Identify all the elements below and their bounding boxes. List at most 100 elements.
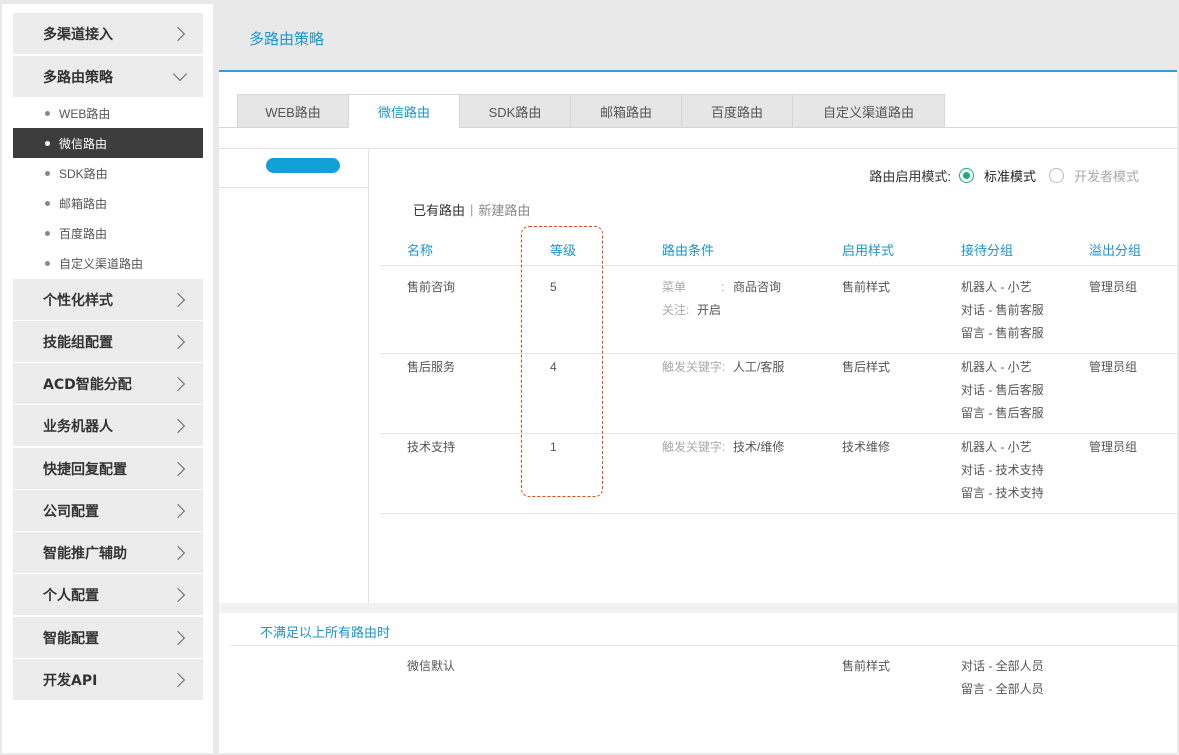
column-header-overflow: 溢出分组 xyxy=(1089,243,1142,258)
fallback-style: 售前样式 xyxy=(842,659,891,673)
group-line: 机器人 - 小艺 xyxy=(961,280,1032,294)
reception-group: 机器人 - 小艺 对话 - 售后客服 留言 - 售后客服 xyxy=(961,356,1044,425)
group-line: 留言 - 售前客服 xyxy=(961,326,1044,340)
column-header-name: 名称 xyxy=(407,243,434,258)
group-line: 机器人 - 小艺 xyxy=(961,440,1032,454)
nav-group-label: 智能推广辅助 xyxy=(43,545,127,562)
group-line: 留言 - 技术支持 xyxy=(961,486,1044,500)
fallback-group: 对话 - 全部人员 留言 - 全部人员 xyxy=(961,655,1044,701)
nav-item-custom-route[interactable]: 自定义渠道路由 xyxy=(13,248,203,278)
tab-bar: WEB路由 微信路由 SDK路由 邮箱路由 百度路由 自定义渠道路由 xyxy=(237,94,945,128)
standard-mode-radio[interactable] xyxy=(958,168,974,183)
tab-sdk-route[interactable]: SDK路由 xyxy=(459,94,570,128)
nav-group-label: 多渠道接入 xyxy=(43,26,113,43)
link-separator: | xyxy=(470,202,474,217)
route-name: 售前咨询 xyxy=(407,280,456,294)
bullet-icon xyxy=(45,140,50,146)
nav-group-acd[interactable]: ACD智能分配 xyxy=(13,363,203,404)
developer-mode-label[interactable]: 开发者模式 xyxy=(1074,166,1139,185)
nav-item-label: 邮箱路由 xyxy=(59,196,108,211)
route-list-pane xyxy=(219,148,369,603)
chevron-right-icon xyxy=(170,672,186,687)
chevron-right-icon xyxy=(170,461,186,476)
nav-group-custom-style[interactable]: 个性化样式 xyxy=(13,279,203,320)
fallback-section-title: 不满足以上所有路由时 xyxy=(260,625,391,640)
bullet-icon xyxy=(45,260,50,266)
route-style: 售后样式 xyxy=(842,360,891,374)
nav-group-routing-strategy[interactable]: 多路由策略 xyxy=(13,56,203,97)
nav-group-label: 多路由策略 xyxy=(43,69,113,86)
nav-group-label: 快捷回复配置 xyxy=(43,461,127,478)
tab-custom-route[interactable]: 自定义渠道路由 xyxy=(792,94,945,128)
nav-item-label: 微信路由 xyxy=(59,136,108,151)
chevron-right-icon xyxy=(170,292,186,307)
group-line: 对话 - 售后客服 xyxy=(961,383,1044,397)
nav-group-label: 公司配置 xyxy=(43,503,99,520)
nav-group-dev-api[interactable]: 开发API xyxy=(13,659,203,700)
chevron-right-icon xyxy=(170,418,186,433)
group-line: 对话 - 售前客服 xyxy=(961,303,1044,317)
overflow-group: 管理员组 xyxy=(1089,440,1138,454)
nav-item-label: SDK路由 xyxy=(59,166,108,181)
developer-mode-radio[interactable] xyxy=(1048,168,1064,183)
sidebar: 多渠道接入 多路由策略 WEB路由 微信路由 SDK路由 邮箱路由 百度路由 自… xyxy=(2,4,213,753)
nav-item-email-route[interactable]: 邮箱路由 xyxy=(13,188,203,218)
column-header-condition: 路由条件 xyxy=(662,243,715,258)
nav-group-quick-reply[interactable]: 快捷回复配置 xyxy=(13,448,203,489)
nav-item-wechat-route[interactable]: 微信路由 xyxy=(13,128,203,158)
routing-mode-label: 路由启用模式: xyxy=(869,169,951,184)
nav-item-label: 百度路由 xyxy=(59,226,108,241)
level-column-highlight xyxy=(521,226,603,497)
nav-group-personal[interactable]: 个人配置 xyxy=(13,574,203,615)
route-list-divider xyxy=(219,187,369,188)
group-line: 机器人 - 小艺 xyxy=(961,360,1032,374)
route-style: 售前样式 xyxy=(842,280,891,294)
column-header-group: 接待分组 xyxy=(961,243,1014,258)
condition-key: 触发关键字: xyxy=(662,440,726,454)
main-panel: 多路由策略 WEB路由 微信路由 SDK路由 邮箱路由 百度路由 自定义渠道路由… xyxy=(219,4,1177,753)
chevron-right-icon xyxy=(170,545,186,560)
nav-group-company[interactable]: 公司配置 xyxy=(13,490,203,531)
row-divider xyxy=(380,353,1177,354)
nav-group-skill-group[interactable]: 技能组配置 xyxy=(13,321,203,362)
bullet-icon xyxy=(45,200,50,206)
nav-item-sdk-route[interactable]: SDK路由 xyxy=(13,158,203,188)
tab-email-route[interactable]: 邮箱路由 xyxy=(570,94,681,128)
condition-separator: : xyxy=(721,280,725,294)
group-line: 留言 - 售后客服 xyxy=(961,406,1044,420)
nav-group-promotion[interactable]: 智能推广辅助 xyxy=(13,532,203,573)
group-line: 对话 - 全部人员 xyxy=(961,659,1044,673)
new-route-link[interactable]: 新建路由 xyxy=(478,200,530,219)
page-header: 多路由策略 xyxy=(219,4,1177,72)
nav-group-smart-config[interactable]: 智能配置 xyxy=(13,617,203,658)
nav-group-label: ACD智能分配 xyxy=(43,376,132,393)
tab-baidu-route[interactable]: 百度路由 xyxy=(681,94,792,128)
routing-mode-selector: 路由启用模式: 标准模式 开发者模式 xyxy=(869,166,1139,185)
existing-routes-link[interactable]: 已有路由 xyxy=(413,200,465,219)
nav-group-label: 业务机器人 xyxy=(43,418,113,435)
route-name: 售后服务 xyxy=(407,360,456,374)
chevron-right-icon xyxy=(170,503,186,518)
nav-group-label: 开发API xyxy=(43,672,98,689)
standard-mode-label[interactable]: 标准模式 xyxy=(984,166,1036,185)
overflow-group: 管理员组 xyxy=(1089,280,1138,294)
tab-web-route[interactable]: WEB路由 xyxy=(237,94,348,128)
route-name: 技术支持 xyxy=(407,440,456,454)
nav-group-multichannel[interactable]: 多渠道接入 xyxy=(13,13,203,54)
nav-item-web-route[interactable]: WEB路由 xyxy=(13,98,203,128)
nav-group-label: 技能组配置 xyxy=(43,334,113,351)
nav-item-baidu-route[interactable]: 百度路由 xyxy=(13,218,203,248)
nav-group-label: 智能配置 xyxy=(43,630,99,647)
reception-group: 机器人 - 小艺 对话 - 技术支持 留言 - 技术支持 xyxy=(961,436,1044,505)
chevron-right-icon xyxy=(170,334,186,349)
chevron-down-icon xyxy=(172,66,188,81)
condition-key: 关注: xyxy=(662,303,690,317)
overflow-group: 管理员组 xyxy=(1089,360,1138,374)
row-divider xyxy=(380,513,1177,514)
nav-group-business-robot[interactable]: 业务机器人 xyxy=(13,405,203,446)
route-list-selected-pill[interactable] xyxy=(266,158,340,173)
group-line: 对话 - 技术支持 xyxy=(961,463,1044,477)
condition-key: 菜单 xyxy=(662,280,687,294)
tab-wechat-route[interactable]: 微信路由 xyxy=(348,94,459,128)
bullet-icon xyxy=(45,170,50,176)
